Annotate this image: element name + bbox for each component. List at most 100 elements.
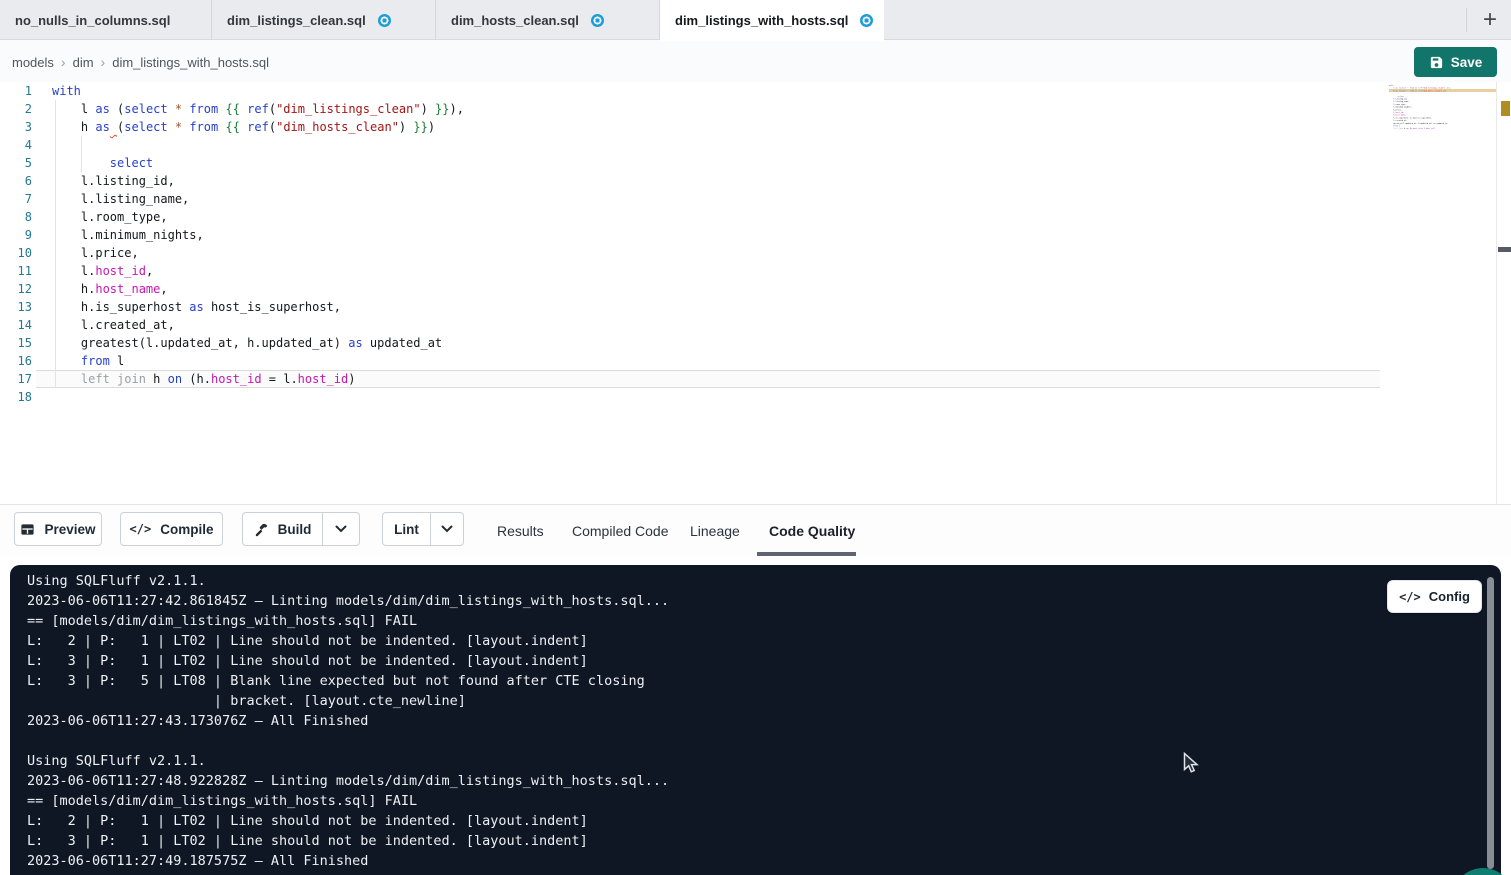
code-token: updated_at <box>1436 122 1448 124</box>
code-token: "dim_hosts_clean" <box>276 120 399 134</box>
code-line-7[interactable]: l.listing_name, <box>52 190 189 208</box>
code-line-5[interactable]: select <box>52 154 153 172</box>
overview-ruler-divider <box>1496 82 1497 505</box>
tab-dim_hosts_clean.sql[interactable]: dim_hosts_clean.sql <box>436 0 660 40</box>
line-number: 3 <box>0 118 32 136</box>
code-token: l.created_at, <box>52 318 175 332</box>
build-dropdown-button[interactable] <box>322 512 360 546</box>
code-token: host_id <box>298 372 349 386</box>
unsaved-changes-dot-icon <box>378 14 391 27</box>
code-token: host_name <box>95 282 160 296</box>
code-line-11[interactable]: l.host_id, <box>52 262 153 280</box>
lint-dropdown-button[interactable] <box>430 512 464 546</box>
line-number: 13 <box>0 298 32 316</box>
code-token: "dim_listings_clean" <box>276 102 421 116</box>
breadcrumb-item[interactable]: dim_listings_with_hosts.sql <box>112 55 269 70</box>
config-button[interactable]: </> Config <box>1387 580 1482 613</box>
code-line-14[interactable]: l.created_at, <box>52 316 175 334</box>
tab-dim_listings_clean.sql[interactable]: dim_listings_clean.sql <box>212 0 436 40</box>
code-token: select <box>124 120 167 134</box>
build-button[interactable]: Build <box>242 512 322 546</box>
line-number: 7 <box>0 190 32 208</box>
breadcrumb: models›dim›dim_listings_with_hosts.sql <box>12 40 269 84</box>
terminal-line: L: 3 | P: 5 | LT08 | Blank line expected… <box>27 671 669 691</box>
code-token: h <box>153 372 167 386</box>
lint-button[interactable]: Lint <box>382 512 430 546</box>
code-token: host_is_superhost, <box>204 300 341 314</box>
code-token: ) <box>399 120 413 134</box>
new-tab-button[interactable]: + <box>1474 4 1506 36</box>
breadcrumb-item[interactable]: models <box>12 55 54 70</box>
minimap[interactable]: with l as (select * from {{ ref("dim_lis… <box>1389 84 1496 148</box>
config-code-icon: </> <box>1399 590 1421 604</box>
save-floppy-icon <box>1429 55 1444 70</box>
code-token: }} <box>413 120 427 134</box>
code-token: l <box>52 102 95 116</box>
lint-button-label: Lint <box>394 522 419 537</box>
code-line-12[interactable]: h.host_name, <box>52 280 168 298</box>
code-line-17[interactable]: left join h on (h.host_id = l.host_id) <box>52 370 355 388</box>
editor-tab-bar: no_nulls_in_columns.sqldim_listings_clea… <box>0 0 1511 40</box>
compile-button[interactable]: </> Compile <box>120 512 223 546</box>
code-token: from <box>189 102 218 116</box>
terminal-line: 2023-06-06T11:27:42.861845Z – Linting mo… <box>27 591 669 611</box>
terminal-line: L: 3 | P: 1 | LT02 | Line should not be … <box>27 651 669 671</box>
code-token: from <box>81 354 110 368</box>
minimap-line: h as (select * from {{ ref("dim_hosts_cl… <box>1389 89 1446 92</box>
editor-tabs: no_nulls_in_columns.sqldim_listings_clea… <box>0 0 884 39</box>
build-button-label: Build <box>278 522 312 537</box>
tab-dim_listings_with_hosts.sql[interactable]: dim_listings_with_hosts.sql <box>660 0 884 41</box>
code-line-6[interactable]: l.listing_id, <box>52 172 175 190</box>
code-token: ), <box>1449 87 1451 89</box>
minimap-content: with l as (select * from {{ ref("dim_lis… <box>1389 84 1496 147</box>
terminal-scrollbar-thumb[interactable] <box>1487 577 1494 869</box>
line-number: 9 <box>0 226 32 244</box>
editor-scrollbar-thumb[interactable] <box>1498 247 1511 252</box>
code-token: h.is_superhost <box>52 300 189 314</box>
code-token <box>168 120 175 134</box>
preview-button[interactable]: Preview <box>14 512 102 546</box>
code-token: ) <box>428 120 435 134</box>
line-number: 5 <box>0 154 32 172</box>
terminal-line: 2023-06-06T11:27:48.922828Z – Linting mo… <box>27 771 669 791</box>
compile-code-icon: </> <box>130 522 152 536</box>
code-token: ) <box>421 102 435 116</box>
code-line-16[interactable]: from l <box>52 352 124 370</box>
dbt-cloud-ide: no_nulls_in_columns.sqldim_listings_clea… <box>0 0 1511 875</box>
code-token: ) <box>1433 128 1434 130</box>
panel-tab-code-quality[interactable]: Code Quality <box>769 505 855 556</box>
code-token: ref <box>247 102 269 116</box>
code-token: l <box>110 354 124 368</box>
code-token: l.listing_name, <box>52 192 189 206</box>
save-button-label: Save <box>1451 55 1483 70</box>
code-line-10[interactable]: l.price, <box>52 244 139 262</box>
code-line-8[interactable]: l.room_type, <box>52 208 168 226</box>
panel-tab-results[interactable]: Results <box>497 505 544 556</box>
breadcrumb-item[interactable]: dim <box>73 55 94 70</box>
code-line-1[interactable]: with <box>52 82 81 100</box>
code-line-9[interactable]: l.minimum_nights, <box>52 226 204 244</box>
code-token: {{ <box>225 102 239 116</box>
code-token: l.room_type, <box>52 210 168 224</box>
line-number: 18 <box>0 388 32 406</box>
code-editor[interactable]: 123456789101112131415161718 with l as (s… <box>0 82 1511 505</box>
panel-tab-lineage[interactable]: Lineage <box>690 505 740 556</box>
tab-no_nulls_in_columns.sql[interactable]: no_nulls_in_columns.sql <box>0 0 212 40</box>
code-token: as <box>95 120 109 134</box>
tabbar-divider <box>1466 8 1467 32</box>
preview-table-icon <box>20 522 35 537</box>
line-number: 17 <box>0 370 32 388</box>
code-line-3[interactable]: h as (select * from {{ ref("dim_hosts_cl… <box>52 118 435 136</box>
code-token: ) <box>348 372 355 386</box>
code-line-13[interactable]: h.is_superhost as host_is_superhost, <box>52 298 341 316</box>
code-token: left join <box>1389 128 1404 130</box>
code-line-15[interactable]: greatest(l.updated_at, h.updated_at) as … <box>52 334 442 352</box>
code-line-2[interactable]: l as (select * from {{ ref("dim_listings… <box>52 100 464 118</box>
code-token: as <box>348 336 362 350</box>
save-button[interactable]: Save <box>1414 47 1497 77</box>
code-token: * <box>175 102 182 116</box>
code-token: ref <box>247 120 269 134</box>
terminal-line: L: 2 | P: 1 | LT02 | Line should not be … <box>27 811 669 831</box>
code-token: select <box>110 156 153 170</box>
panel-tab-compiled-code[interactable]: Compiled Code <box>572 505 669 556</box>
